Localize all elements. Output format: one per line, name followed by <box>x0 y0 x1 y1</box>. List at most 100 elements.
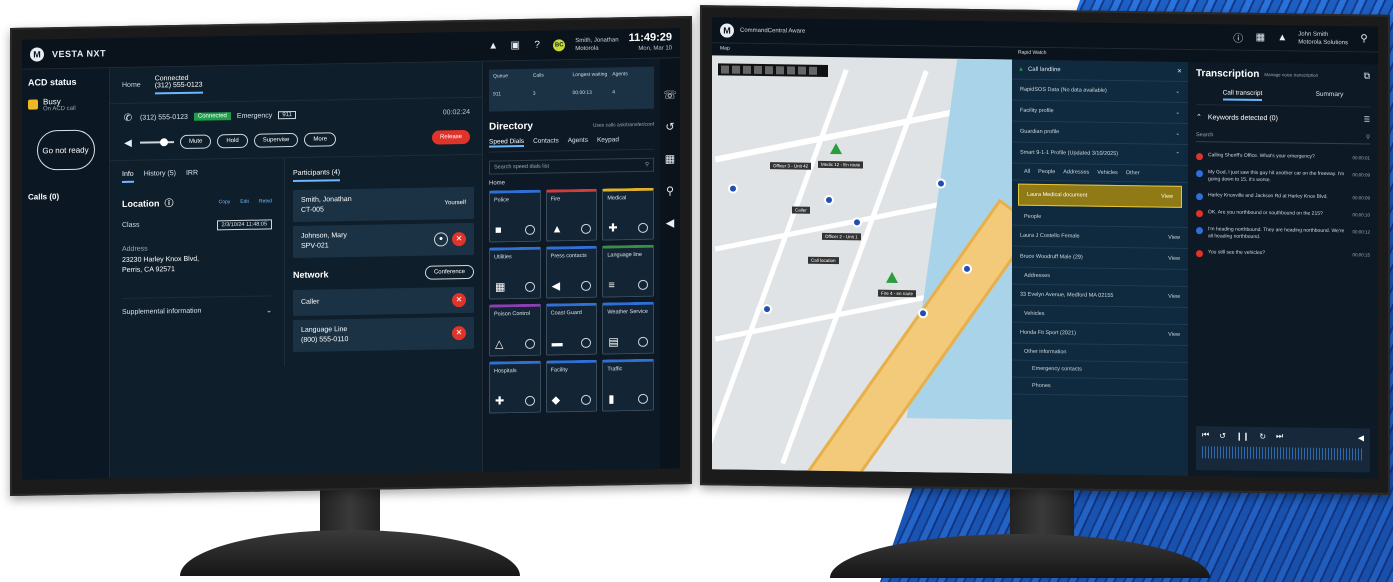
speed-dial-tile[interactable]: Medical ✚ <box>602 187 654 241</box>
unit-marker-icon[interactable] <box>728 183 738 194</box>
unit-marker-icon[interactable] <box>852 217 862 228</box>
acd-status[interactable]: Busy On ACD call <box>28 96 103 112</box>
panel-row[interactable]: RapidSOS Data (No data available) ⌄ <box>1012 79 1188 103</box>
more-button[interactable]: More <box>304 132 337 147</box>
grid-icon[interactable]: ▦ <box>1254 31 1266 43</box>
view-link[interactable]: View <box>1161 194 1173 200</box>
dial-call-icon[interactable] <box>524 338 535 349</box>
dial-call-icon[interactable] <box>638 279 648 290</box>
supplemental-toggle[interactable]: Supplemental information ⌄ <box>122 295 272 317</box>
view-link[interactable]: View <box>1168 332 1180 338</box>
dialpad-icon[interactable]: ▦ <box>664 152 676 165</box>
tab-keypad[interactable]: Keypad <box>597 136 619 145</box>
unit-marker-icon[interactable] <box>762 304 772 315</box>
skip-back-icon[interactable]: ⏮ <box>1202 430 1209 440</box>
panel-row[interactable]: Guardian profile ⌄ <box>1012 121 1188 145</box>
tab-history[interactable]: History (5) <box>144 170 176 183</box>
audio-waveform[interactable] <box>1202 446 1364 461</box>
speed-dial-tile[interactable]: Utilities ▦ <box>489 246 541 300</box>
dial-call-icon[interactable] <box>524 281 535 292</box>
subtab-people[interactable]: People <box>1038 169 1055 175</box>
hold-button[interactable]: Hold <box>217 133 248 149</box>
supervise-button[interactable]: Supervise <box>253 132 299 148</box>
map-view[interactable]: Officer 3 - Unit 42 Medic 12 - En route … <box>712 55 1012 474</box>
vehicle-row[interactable]: Honda Fit Sport (2021) View <box>1012 322 1188 346</box>
speed-dial-tile[interactable]: Coast Guard ▬ <box>545 302 598 356</box>
info-icon[interactable]: ⓘ <box>1232 31 1244 45</box>
tab-agents[interactable]: Agents <box>568 137 588 146</box>
skip-forward-icon[interactable]: ⏭ <box>1276 431 1283 441</box>
dial-call-icon[interactable] <box>524 224 535 235</box>
address-row[interactable]: 33 Evelyn Avenue, Medford MA 02155 View <box>1012 284 1188 308</box>
cc-user-menu[interactable]: John Smith Motorola Solutions <box>1298 30 1348 47</box>
copy-link[interactable]: Copy <box>219 199 231 205</box>
subtab-other[interactable]: Other <box>1126 170 1140 176</box>
person-row[interactable]: Laura J Costello Female View <box>1012 225 1188 249</box>
remove-participant-button[interactable]: ✕ <box>452 231 466 247</box>
participant-card[interactable]: Smith, Jonathan CT-005 Yourself <box>293 186 474 223</box>
network-card[interactable]: Caller ✕ <box>293 286 474 317</box>
search-icon[interactable]: ⚲ <box>1358 33 1370 45</box>
medical-document-row[interactable]: Laura Medical document View <box>1018 183 1182 208</box>
rapid-watch-tab[interactable]: Rapid Watch <box>1018 50 1046 56</box>
tab-info[interactable]: Info <box>122 170 134 183</box>
remove-network-button[interactable]: ✕ <box>452 292 466 308</box>
mute-button[interactable]: Mute <box>180 134 212 149</box>
view-link[interactable]: View <box>1168 256 1180 262</box>
incident-marker-icon[interactable] <box>830 142 842 155</box>
person-row[interactable]: Bruce Woodruff Male (29) View <box>1012 246 1188 270</box>
panel-row[interactable]: Smart 9-1-1 Profile (Updated 3/10/2025) ⌃ <box>1012 142 1188 166</box>
volume-slider[interactable] <box>140 141 174 144</box>
speed-dial-search[interactable]: Search speed dials list ⚲ <box>489 157 654 175</box>
map-tool-icon[interactable] <box>743 65 751 74</box>
volume-icon[interactable]: ◀ <box>1358 433 1364 442</box>
other-item[interactable]: Phones <box>1012 377 1188 397</box>
caller-marker-icon[interactable] <box>886 271 898 283</box>
subtab-addresses[interactable]: Addresses <box>1063 169 1089 175</box>
unit-marker-icon[interactable] <box>936 178 946 189</box>
monitor-icon[interactable]: ▣ <box>509 40 521 52</box>
speaker-icon[interactable]: ◀ <box>664 216 676 229</box>
unit-marker-icon[interactable] <box>824 194 834 206</box>
edit-link[interactable]: Edit <box>240 198 249 204</box>
dial-call-icon[interactable] <box>581 337 592 348</box>
map-toolbar[interactable] <box>718 63 828 77</box>
speed-dial-tile[interactable]: Poison Control △ <box>489 303 541 357</box>
filter-icon[interactable]: ☰ <box>1364 115 1370 123</box>
unit-marker-icon[interactable] <box>962 263 972 274</box>
tab-speed-dials[interactable]: Speed Dials <box>489 137 525 148</box>
map-tool-icon[interactable] <box>721 65 729 74</box>
tab-contacts[interactable]: Contacts <box>533 137 559 146</box>
subtab-all[interactable]: All <box>1024 169 1030 175</box>
participant-card[interactable]: Johnson, Mary SPV-021 ● ✕ <box>293 222 474 259</box>
rebid-link[interactable]: Rebid <box>259 198 272 204</box>
map-tab[interactable]: Map <box>720 45 730 51</box>
unit-marker-icon[interactable] <box>918 308 928 319</box>
class-select[interactable]: 2/3/10/24 11:48:05 <box>216 219 272 231</box>
map-tool-icon[interactable] <box>798 66 806 75</box>
conference-button[interactable]: Conference <box>424 264 474 280</box>
dial-call-icon[interactable] <box>524 395 535 406</box>
tab-active-call[interactable]: Connected (312) 555-0123 <box>154 74 203 95</box>
answer-icon[interactable]: ☏ <box>663 88 677 101</box>
avatar[interactable]: BC <box>553 38 566 51</box>
mic-icon[interactable]: ● <box>434 232 448 247</box>
dial-call-icon[interactable] <box>581 223 592 234</box>
map-tool-icon[interactable] <box>787 66 795 75</box>
speed-dial-tile[interactable]: Fire ▲ <box>545 188 598 242</box>
view-link[interactable]: View <box>1168 294 1180 300</box>
popout-icon[interactable]: ⧉ <box>1364 70 1370 81</box>
map-tool-icon[interactable] <box>732 65 740 74</box>
dial-call-icon[interactable] <box>581 394 592 405</box>
transcript-search[interactable]: Search ⚲ <box>1196 129 1370 145</box>
transfer-icon[interactable]: ↺ <box>664 120 676 133</box>
bell-icon[interactable]: ▲ <box>487 40 499 52</box>
speed-dial-tile[interactable]: Hospitals ✚ <box>489 360 541 414</box>
close-icon[interactable]: ✕ <box>1177 68 1182 75</box>
call-landline-header[interactable]: ▲ Call landline ✕ <box>1012 59 1188 82</box>
speed-dial-tile[interactable]: Language line ≡ <box>602 244 654 298</box>
info-icon[interactable]: ⓘ <box>165 196 174 209</box>
user-menu[interactable]: Smith, Jonathan Motorola <box>575 36 618 53</box>
participants-header[interactable]: Participants (4) <box>293 169 341 183</box>
tab-irr[interactable]: IRR <box>186 170 198 182</box>
